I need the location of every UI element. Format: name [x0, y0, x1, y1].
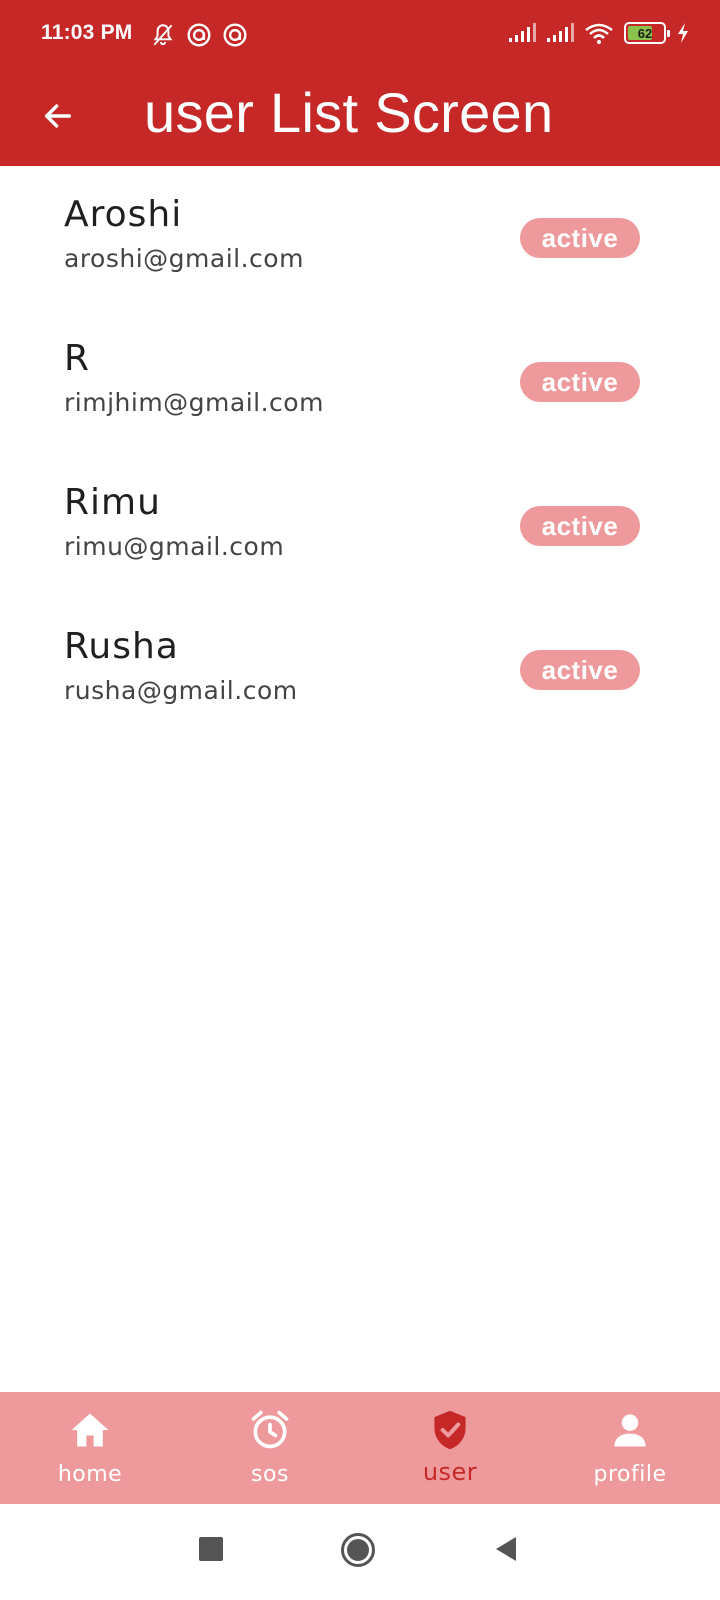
signal-icon [547, 23, 574, 42]
status-badge: active [520, 650, 640, 690]
list-item[interactable]: Aroshi aroshi@gmail.com active [0, 166, 720, 310]
alarm-clock-icon [251, 1410, 289, 1449]
mute-bell-icon [153, 24, 173, 46]
home-icon [71, 1413, 109, 1447]
nav-item-profile[interactable]: profile [540, 1392, 720, 1504]
bottom-nav: home sos user profile [0, 1392, 720, 1504]
user-name: Rusha [64, 626, 179, 667]
list-item[interactable]: R rimjhim@gmail.com active [0, 310, 720, 454]
system-nav-bar [0, 1504, 720, 1600]
nav-label: home [57, 1462, 123, 1487]
square-icon [199, 1537, 223, 1561]
back-system-button[interactable] [494, 1536, 518, 1567]
list-item[interactable]: Rimu rimu@gmail.com active [0, 454, 720, 598]
battery-icon: 62 [624, 22, 670, 44]
circle-a-icon [187, 23, 211, 47]
battery-level: 62 [637, 25, 653, 41]
arrow-back-icon [44, 104, 72, 128]
nav-item-sos[interactable]: sos [180, 1392, 360, 1504]
status-bar: 11:03 PM 62 [0, 0, 720, 68]
nav-item-home[interactable]: home [0, 1392, 180, 1504]
back-button[interactable] [34, 92, 82, 140]
user-list: Aroshi aroshi@gmail.com active R rimjhim… [0, 166, 720, 742]
wifi-icon [585, 23, 613, 44]
user-name: Aroshi [64, 194, 183, 235]
nav-item-user[interactable]: user [360, 1392, 540, 1504]
status-left-icons [150, 22, 248, 48]
status-badge: active [520, 506, 640, 546]
user-email: rusha@gmail.com [64, 676, 298, 705]
recents-button[interactable] [198, 1536, 224, 1567]
triangle-back-icon [496, 1537, 516, 1561]
user-name: Rimu [64, 482, 161, 523]
list-item[interactable]: Rusha rusha@gmail.com active [0, 598, 720, 742]
user-name: R [64, 338, 91, 379]
charging-icon [678, 23, 688, 43]
user-email: rimu@gmail.com [64, 532, 285, 561]
status-time: 11:03 PM [41, 21, 133, 44]
status-badge: active [520, 362, 640, 402]
app-bar: user List Screen [0, 68, 720, 166]
nav-label: profile [593, 1462, 667, 1487]
signal-icon [509, 23, 536, 42]
status-right-icons: 62 [508, 22, 690, 44]
nav-label: user [422, 1458, 478, 1486]
page-title: user List Screen [144, 81, 554, 144]
circle-icon [341, 1533, 375, 1567]
person-icon [614, 1414, 646, 1447]
nav-label: sos [251, 1462, 289, 1487]
home-system-button[interactable] [340, 1532, 376, 1573]
status-badge: active [520, 218, 640, 258]
user-email: aroshi@gmail.com [64, 244, 304, 273]
shield-check-icon [434, 1410, 466, 1450]
user-email: rimjhim@gmail.com [64, 388, 324, 417]
circle-a-icon [223, 23, 247, 47]
